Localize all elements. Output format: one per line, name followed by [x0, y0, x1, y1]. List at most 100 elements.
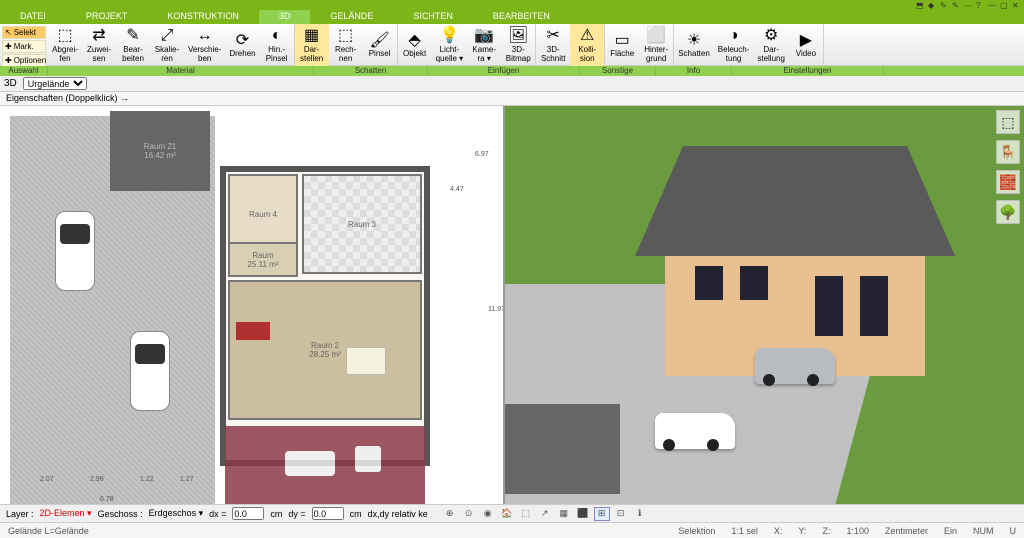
layers-icon[interactable]: ⬚: [996, 110, 1020, 134]
ribbon-darstellen-button[interactable]: ▦Dar-stellen: [295, 24, 329, 66]
layer-label: Layer :: [6, 509, 34, 519]
titlebar-icon[interactable]: ⬒: [916, 1, 924, 9]
car-3d-icon: [755, 348, 835, 384]
ribbon-group-auswahl: ↖Selekt ✚Mark. ✚Optionen: [0, 24, 48, 65]
ribbon-button-label: Fläche: [610, 50, 634, 59]
tab-projekt[interactable]: PROJEKT: [66, 10, 148, 24]
dimension-label: 4.47: [450, 186, 464, 193]
terrain-dropdown[interactable]: Urgelände: [23, 77, 87, 90]
sofa-icon: [285, 451, 335, 476]
close-icon[interactable]: ✕: [1012, 1, 1020, 9]
ribbon-icon: ▦: [302, 26, 322, 46]
dx-input[interactable]: [232, 507, 264, 520]
ribbon-bearbeiten-button[interactable]: ✎Bear-beiten: [116, 24, 150, 66]
dy-input[interactable]: [312, 507, 344, 520]
tab-gelaende[interactable]: GELÄNDE: [310, 10, 393, 24]
ribbon-kamera-button[interactable]: 📷Kame-ra ▾: [467, 24, 501, 66]
ribbon-kollision-button[interactable]: ⚠Kolli-sion: [570, 24, 604, 66]
ribbon-darstellung-button[interactable]: ⚙Dar-stellung: [753, 24, 789, 66]
ribbon-hintergrund-button[interactable]: ⬜Hinter-grund: [639, 24, 673, 66]
select-button[interactable]: ↖Selekt: [2, 26, 46, 39]
ribbon-zuweisen-button[interactable]: ⇄Zuwei-sen: [82, 24, 116, 66]
ribbon-lichtquelle-button[interactable]: 💡Licht-quelle ▾: [432, 24, 468, 66]
mark-button[interactable]: ✚Mark.: [2, 40, 46, 53]
bottom-tool-icon[interactable]: ℹ: [632, 507, 648, 521]
workspace: Raum 2116.42 m² Raum 4 Raum25.11 m² Raum…: [0, 106, 1024, 504]
dimension-label: 6.97: [475, 151, 489, 158]
bottom-tool-icon[interactable]: ⊡: [613, 507, 629, 521]
maximize-icon[interactable]: ▢: [1000, 1, 1008, 9]
bottom-tool-icon[interactable]: 🏠: [499, 507, 515, 521]
ribbon-abgreifen-button[interactable]: ⬚Abgrei-fen: [48, 24, 82, 66]
bottom-tool-icon[interactable]: ⊙: [461, 507, 477, 521]
ribbon-schatten-button[interactable]: ☀Schatten: [674, 24, 714, 66]
tab-bearbeiten[interactable]: BEARBEITEN: [473, 10, 570, 24]
ribbon-button-label: Objekt: [403, 50, 426, 59]
titlebar-icon[interactable]: ◆: [928, 1, 936, 9]
properties-hint: Eigenschaften (Doppelklick) →: [0, 92, 1024, 106]
ribbon-video-button[interactable]: ▶Video: [789, 24, 823, 66]
navigation-bar: 3D Urgelände: [0, 76, 1024, 92]
chair-icon: [355, 446, 381, 472]
titlebar-icon[interactable]: ✎: [952, 1, 960, 9]
statusbar: Gelände L=Gelände Selektion 1:1 sel X: Y…: [0, 522, 1024, 538]
status-num: NUM: [973, 526, 994, 536]
geschoss-dropdown[interactable]: Erdgeschos ▾: [149, 508, 204, 519]
tab-konstruktion[interactable]: KONSTRUKTION: [147, 10, 259, 24]
ribbon-group-labels: AuswahlMaterialSchattenEinfügenSonstigeI…: [0, 66, 1024, 76]
garage-roof: Raum 2116.42 m²: [110, 111, 210, 191]
ribbon-button-label: Licht-quelle ▾: [436, 46, 464, 64]
tab-sichten[interactable]: SICHTEN: [393, 10, 473, 24]
ribbon-hinpinsel-button[interactable]: ◐Hin.-Pinsel: [260, 24, 294, 66]
bottom-tool-icon[interactable]: ⊞: [594, 507, 610, 521]
tab-3d[interactable]: 3D: [259, 10, 311, 24]
coord-z: Z:: [822, 526, 830, 536]
bottom-tool-icon[interactable]: ⊕: [442, 507, 458, 521]
geschoss-label: Geschoss :: [98, 509, 143, 519]
status-left: Gelände L=Gelände: [8, 526, 89, 536]
ribbon-objekt-button[interactable]: ⬘Objekt: [398, 24, 432, 66]
bottom-tool-icon[interactable]: ⬛: [575, 507, 591, 521]
help-icon[interactable]: ?: [976, 1, 984, 9]
dimension-label: 1.27: [180, 476, 194, 483]
ribbon-pinsel-button[interactable]: 🖌Pinsel: [363, 24, 397, 66]
dimension-label: 11.97: [488, 306, 505, 313]
ribbon-flche-button[interactable]: ▭Fläche: [605, 24, 639, 66]
sofa-icon: [236, 322, 270, 340]
ribbon-dbitmap-button[interactable]: 🖼3D-Bitmap: [501, 24, 535, 66]
ribbon-dschnitt-button[interactable]: ✂3D-Schnitt: [536, 24, 570, 66]
ribbon-icon: 🖌: [370, 30, 390, 50]
ribbon-drehen-button[interactable]: ⟳Drehen: [225, 24, 259, 66]
ribbon-rechnen-button[interactable]: ⬚Rech-nen: [329, 24, 363, 66]
ribbon-icon: ⚠: [577, 26, 597, 46]
dy-label: dy =: [288, 509, 305, 519]
coord-y: Y:: [798, 526, 806, 536]
bottom-tool-icon[interactable]: ▦: [556, 507, 572, 521]
minimize-icon[interactable]: —: [988, 1, 996, 9]
dimension-label: 1.22: [140, 476, 154, 483]
titlebar-icon[interactable]: ✎: [940, 1, 948, 9]
ribbon-verschieben-button[interactable]: ↔Verschie-ben: [184, 24, 225, 66]
tab-datei[interactable]: DATEI: [0, 10, 66, 24]
ribbon-button-label: Verschie-ben: [188, 46, 221, 64]
room: Raum25.11 m²: [228, 242, 298, 277]
dx-label: dx =: [209, 509, 226, 519]
titlebar: ⬒ ◆ ✎ ✎ ⋯ ? — ▢ ✕: [0, 0, 1024, 10]
ribbon-skalieren-button[interactable]: ⤢Skalie-ren: [150, 24, 184, 66]
window-icon: [740, 266, 768, 300]
table-icon: [346, 347, 386, 375]
unit-value: Zentimeter: [885, 526, 928, 536]
dimension-label: 2.98: [90, 476, 104, 483]
3d-perspective-view[interactable]: ⬚ 🪑 🧱 🌳: [505, 106, 1024, 504]
bottom-tool-icon[interactable]: ◉: [480, 507, 496, 521]
ribbon-icon: ↔: [195, 26, 215, 46]
layer-dropdown[interactable]: 2D-Elemen ▾: [40, 508, 92, 519]
ribbon-beleuchtung-button[interactable]: ◑Beleuch-tung: [714, 24, 754, 66]
tree-icon[interactable]: 🌳: [996, 200, 1020, 224]
titlebar-icon[interactable]: ⋯: [964, 1, 972, 9]
bottom-tool-icon[interactable]: ↗: [537, 507, 553, 521]
materials-icon[interactable]: 🧱: [996, 170, 1020, 194]
bottom-tool-icon[interactable]: ⬚: [518, 507, 534, 521]
furniture-icon[interactable]: 🪑: [996, 140, 1020, 164]
2d-plan-view[interactable]: Raum 2116.42 m² Raum 4 Raum25.11 m² Raum…: [0, 106, 505, 504]
